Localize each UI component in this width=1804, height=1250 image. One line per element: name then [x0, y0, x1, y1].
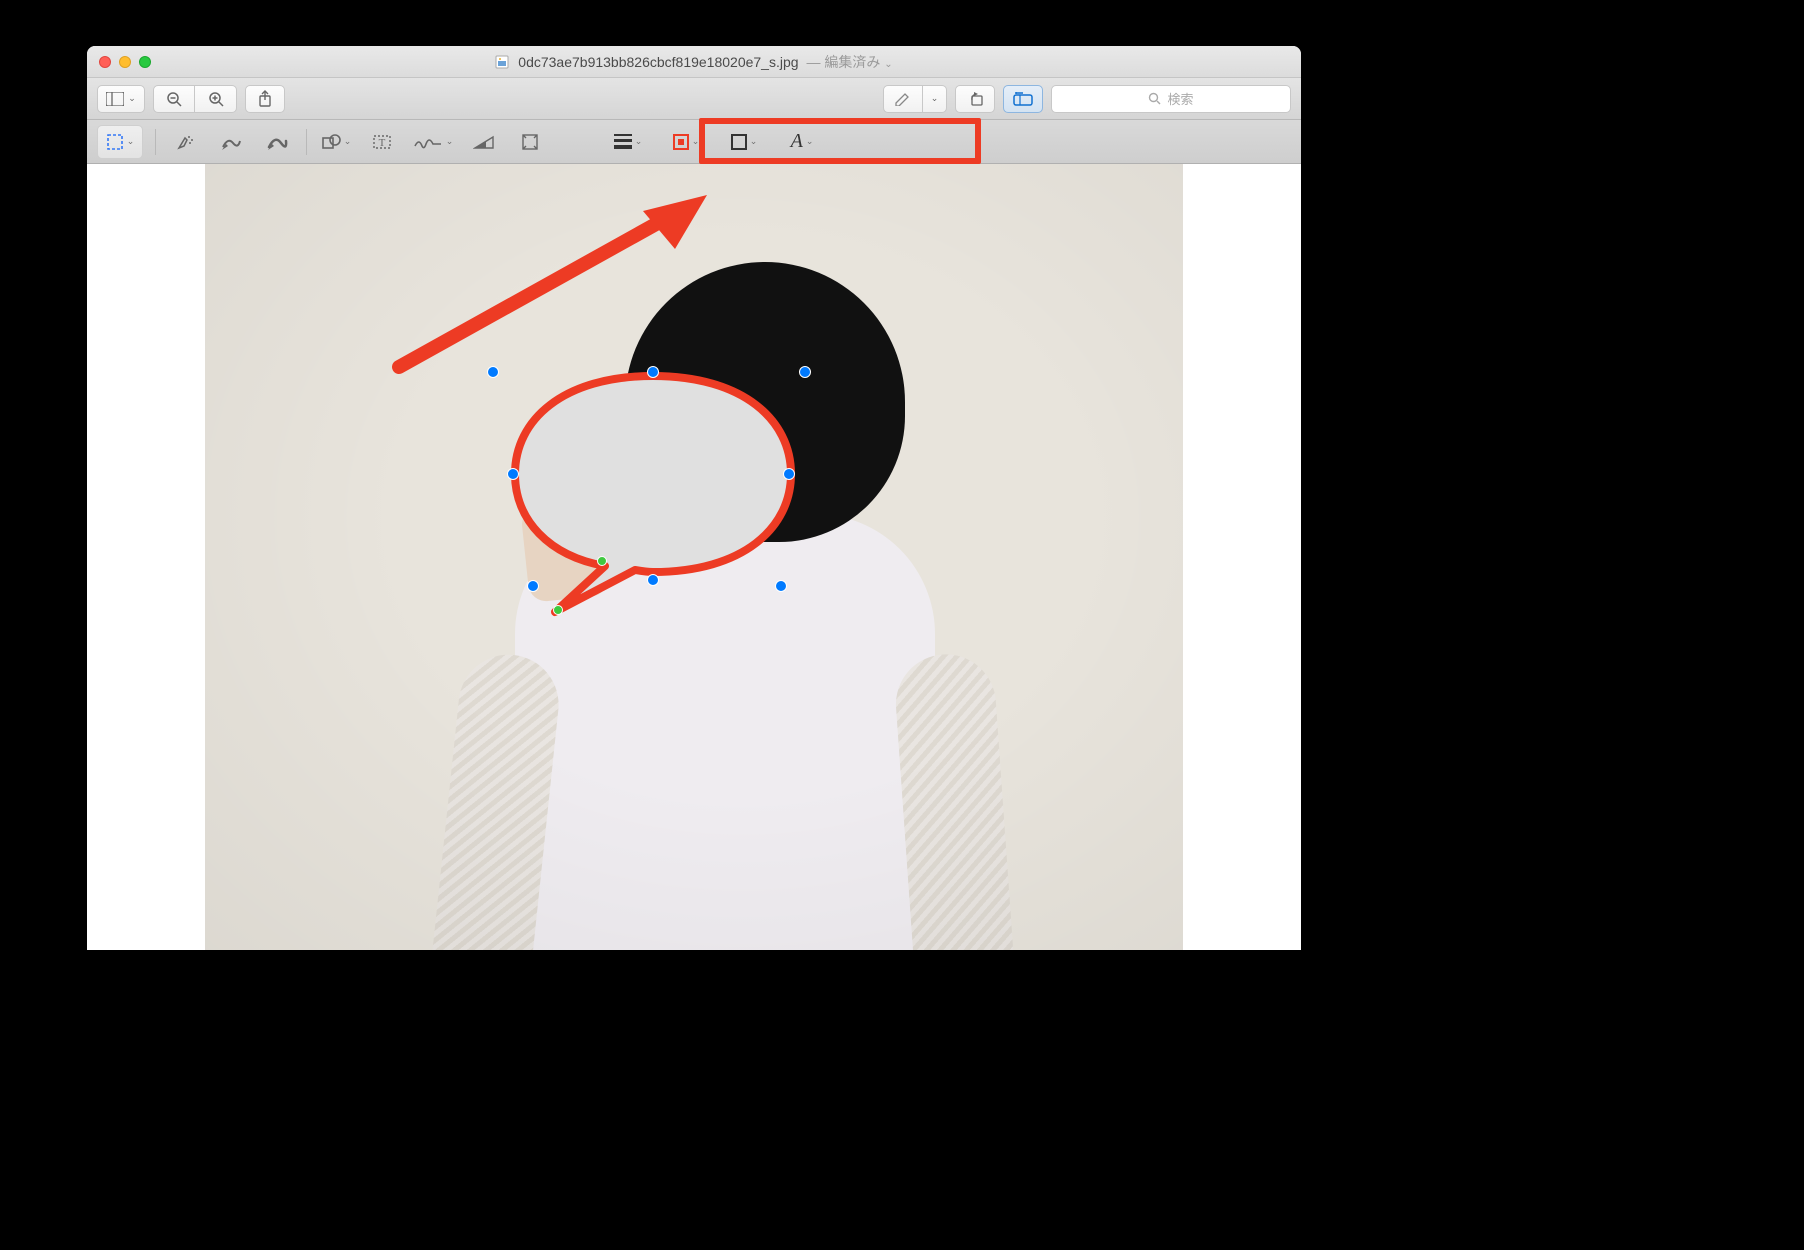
highlighter-dropdown[interactable]: ⌄: [923, 85, 947, 113]
sidebar-dropdown-button[interactable]: ⌄: [97, 85, 145, 113]
selection-handle[interactable]: [783, 468, 795, 480]
file-name: 0dc73ae7b913bb826cbcf819e18020e7_s.jpg: [518, 54, 798, 70]
image-size-tool[interactable]: [507, 125, 553, 159]
selection-handle[interactable]: [487, 366, 499, 378]
style-group: ⌄ ⌄ ⌄ A ⌄: [599, 125, 831, 159]
text-style-icon: A: [791, 130, 803, 153]
rect-select-tool[interactable]: ⌄: [97, 125, 143, 159]
highlighter-button[interactable]: [883, 85, 923, 113]
minimize-window-button[interactable]: [119, 56, 131, 68]
svg-text:T: T: [379, 137, 386, 149]
tail-handle[interactable]: [597, 556, 607, 566]
preview-app-window: 0dc73ae7b913bb826cbcf819e18020e7_s.jpg —…: [87, 46, 1301, 950]
edited-indicator[interactable]: — 編集済み ⌄: [806, 54, 892, 70]
search-field[interactable]: 検索: [1051, 85, 1291, 113]
selection-handle[interactable]: [775, 580, 787, 592]
instant-alpha-tool[interactable]: [162, 125, 208, 159]
main-toolbar: ⌄ ⌄: [87, 78, 1301, 120]
markup-toolbar: ⌄ ⌄ T: [87, 120, 1301, 164]
selection-handle[interactable]: [799, 366, 811, 378]
search-icon: [1148, 92, 1161, 105]
zoom-in-button[interactable]: [195, 85, 237, 113]
close-window-button[interactable]: [99, 56, 111, 68]
zoom-out-button[interactable]: [153, 85, 195, 113]
shapes-tool[interactable]: ⌄: [313, 125, 359, 159]
sketch-tool[interactable]: [208, 125, 254, 159]
selection-handle[interactable]: [647, 366, 659, 378]
window-title[interactable]: 0dc73ae7b913bb826cbcf819e18020e7_s.jpg —…: [87, 52, 1301, 72]
line-weight-icon: [614, 134, 632, 149]
tail-handle[interactable]: [553, 605, 563, 615]
selection-handle[interactable]: [647, 574, 659, 586]
fullscreen-window-button[interactable]: [139, 56, 151, 68]
share-button[interactable]: [245, 85, 285, 113]
selection-handle[interactable]: [527, 580, 539, 592]
markup-toolbox-button[interactable]: [1003, 85, 1043, 113]
selection-handle[interactable]: [507, 468, 519, 480]
titlebar: 0dc73ae7b913bb826cbcf819e18020e7_s.jpg —…: [87, 46, 1301, 78]
image-canvas[interactable]: [87, 164, 1301, 950]
border-color-dropdown[interactable]: ⌄: [657, 125, 715, 159]
adjust-color-tool[interactable]: [461, 125, 507, 159]
signature-tool[interactable]: ⌄: [405, 125, 461, 159]
fill-color-dropdown[interactable]: ⌄: [715, 125, 773, 159]
speech-balloon-shape[interactable]: [493, 360, 813, 620]
rotate-left-button[interactable]: [955, 85, 995, 113]
fill-color-icon: [731, 134, 747, 150]
text-style-dropdown[interactable]: A ⌄: [773, 125, 831, 159]
border-color-icon: [673, 134, 689, 150]
search-placeholder: 検索: [1167, 89, 1193, 108]
text-tool[interactable]: T: [359, 125, 405, 159]
draw-tool[interactable]: [254, 125, 300, 159]
line-weight-dropdown[interactable]: ⌄: [599, 125, 657, 159]
file-icon: [495, 55, 509, 72]
